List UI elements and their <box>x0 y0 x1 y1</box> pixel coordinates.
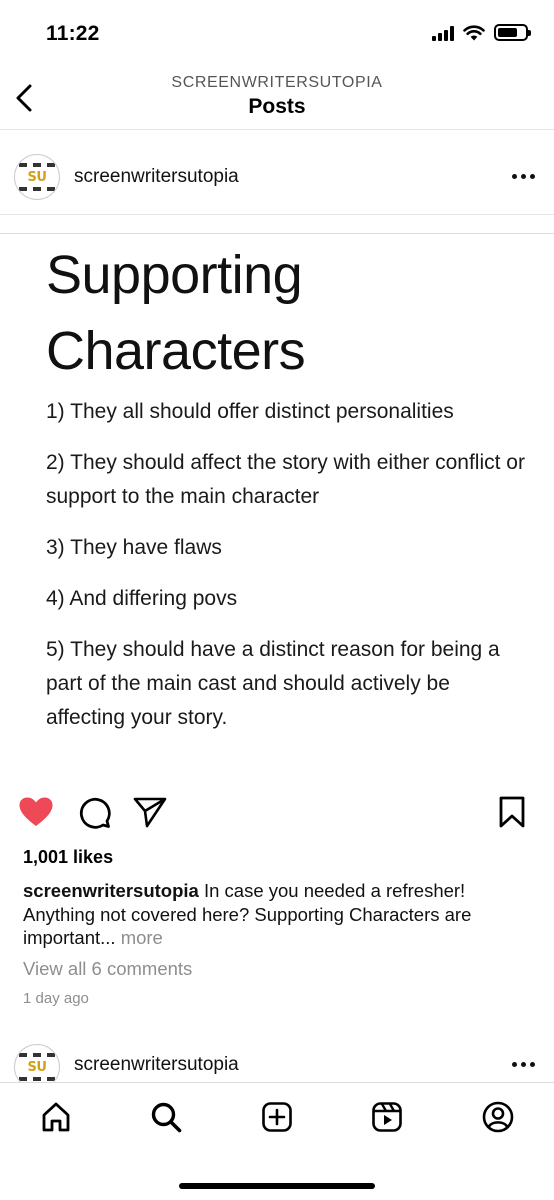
send-icon[interactable] <box>130 792 170 832</box>
comment-icon[interactable] <box>74 792 114 832</box>
avatar-logo-text: SU <box>27 169 47 185</box>
image-point: 3) They have flaws <box>46 536 222 559</box>
status-icons <box>432 24 531 41</box>
caption-username[interactable]: screenwritersutopia <box>23 880 199 901</box>
post-actions <box>0 792 554 836</box>
post-header: SU screenwritersutopia <box>0 140 554 214</box>
heart-icon[interactable] <box>16 792 56 832</box>
post-image[interactable]: Supporting Characters 1) They all should… <box>0 214 554 788</box>
image-point: 2) They should affect the story with eit… <box>46 451 525 508</box>
wifi-icon <box>463 25 485 41</box>
image-point: 5) They should have a distinct reason fo… <box>46 638 500 729</box>
post-timestamp: 1 day ago <box>23 990 89 1007</box>
bookmark-icon[interactable] <box>492 792 532 832</box>
next-post-header: SU screenwritersutopia <box>0 1034 554 1082</box>
more-horizontal-icon[interactable] <box>510 168 536 184</box>
add-post-icon[interactable] <box>257 1097 297 1137</box>
avatar[interactable]: SU <box>14 1044 60 1082</box>
likes-count[interactable]: 1,001 likes <box>23 847 113 868</box>
reels-icon[interactable] <box>367 1097 407 1137</box>
post-caption: screenwritersutopia In case you needed a… <box>23 879 533 950</box>
status-time: 11:22 <box>46 22 100 45</box>
more-horizontal-icon[interactable] <box>510 1056 536 1072</box>
bottom-nav <box>0 1082 554 1200</box>
image-title: Supporting Characters <box>46 237 306 389</box>
home-icon[interactable] <box>36 1097 76 1137</box>
page-header: SCREENWRITERSUTOPIA Posts <box>0 64 554 130</box>
image-divider <box>0 233 554 234</box>
search-icon[interactable] <box>146 1097 186 1137</box>
page-title: Posts <box>248 95 306 118</box>
image-title-line: Characters <box>46 321 306 381</box>
header-subtitle: SCREENWRITERSUTOPIA <box>171 74 383 91</box>
caption-more-link[interactable]: more <box>121 927 163 948</box>
status-bar: 11:22 <box>0 0 554 64</box>
battery-icon <box>494 24 531 41</box>
cellular-signal-icon <box>432 25 454 41</box>
profile-icon[interactable] <box>478 1097 518 1137</box>
home-indicator <box>179 1183 375 1189</box>
post-username[interactable]: screenwritersutopia <box>74 166 239 188</box>
image-point: 1) They all should offer distinct person… <box>46 400 454 423</box>
view-comments-link[interactable]: View all 6 comments <box>23 958 192 980</box>
avatar[interactable]: SU <box>14 154 60 200</box>
image-title-line: Supporting <box>46 245 303 305</box>
image-point: 4) And differing povs <box>46 587 238 610</box>
image-point-list: 1) They all should offer distinct person… <box>46 395 526 752</box>
avatar-logo-text: SU <box>27 1059 47 1075</box>
post-username[interactable]: screenwritersutopia <box>74 1054 239 1076</box>
